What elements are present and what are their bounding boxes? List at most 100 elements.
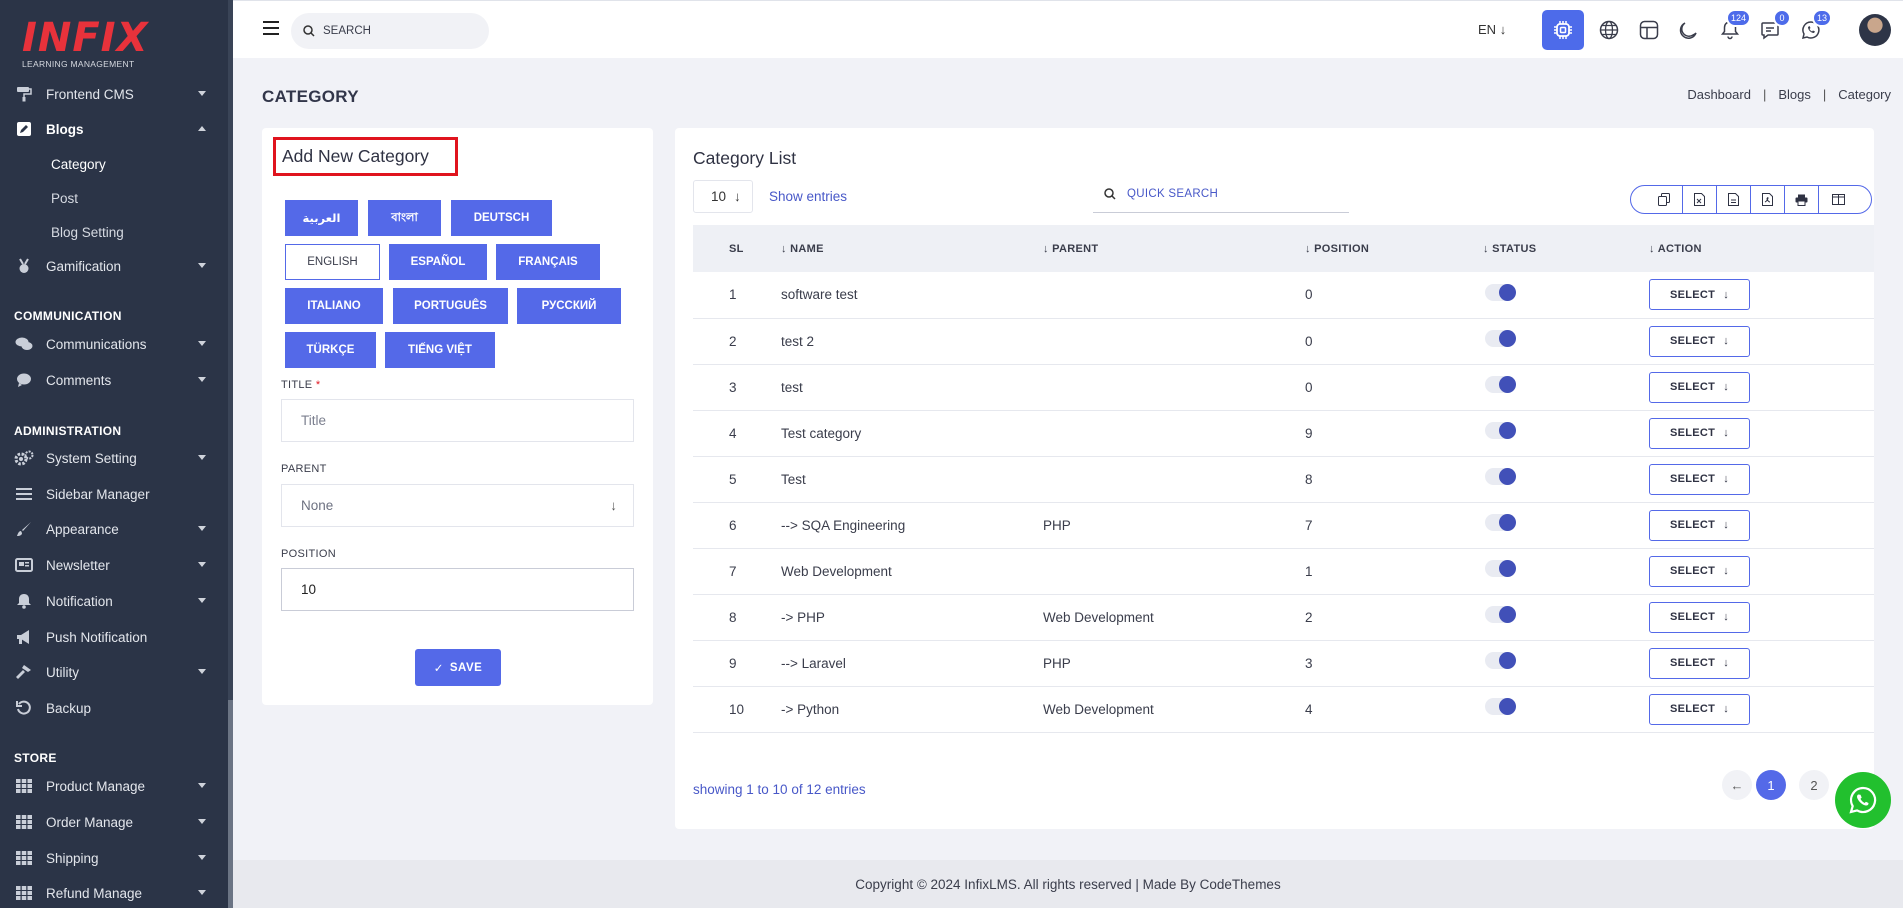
title-input[interactable] <box>301 413 601 428</box>
row-action-select-button[interactable]: SELECT ↓ <box>1649 647 1750 679</box>
sidebar-item-system-setting[interactable]: System Setting <box>0 442 228 474</box>
lang-tab-bangla[interactable]: বাংলা <box>368 200 441 236</box>
globe-icon[interactable] <box>1596 17 1622 43</box>
row-action-select-button[interactable]: SELECT ↓ <box>1649 509 1750 541</box>
user-avatar[interactable] <box>1859 14 1891 46</box>
menu-toggle-icon[interactable] <box>263 21 279 35</box>
bell-icon[interactable]: 124 <box>1717 9 1751 43</box>
lang-tab-russian[interactable]: РУССКИЙ <box>517 288 621 324</box>
lang-tab-francais[interactable]: FRANÇAIS <box>496 244 600 280</box>
search-input[interactable] <box>323 25 463 37</box>
column-header-name[interactable]: ↓ NAME <box>781 225 1043 272</box>
chevron-down-icon <box>198 562 206 567</box>
row-action-select-button[interactable]: SELECT ↓ <box>1649 555 1750 587</box>
row-action-select-button[interactable]: SELECT ↓ <box>1649 693 1750 725</box>
pdf-icon[interactable] <box>1751 186 1785 213</box>
row-action-select-button[interactable]: SELECT ↓ <box>1649 463 1750 495</box>
column-header-position[interactable]: ↓ POSITION <box>1305 225 1483 272</box>
sidebar-item-shipping[interactable]: Shipping <box>0 842 228 874</box>
sidebar-item-sidebar-manager[interactable]: Sidebar Manager <box>0 478 228 510</box>
row-action-select-button[interactable]: SELECT ↓ <box>1649 601 1750 633</box>
whatsapp-icon[interactable]: 13 <box>1798 9 1832 43</box>
comment-icon <box>14 370 34 390</box>
message-icon[interactable]: 0 <box>1757 9 1791 43</box>
status-toggle[interactable] <box>1485 560 1516 578</box>
column-header-parent[interactable]: ↓ PARENT <box>1043 225 1305 272</box>
status-toggle[interactable] <box>1485 514 1516 532</box>
sidebar-item-backup[interactable]: Backup <box>0 692 228 724</box>
moon-icon[interactable] <box>1676 17 1702 43</box>
lang-tab-turkce[interactable]: TÜRKÇE <box>285 332 376 368</box>
copy-icon[interactable] <box>1631 186 1683 213</box>
footer: Copyright © 2024 InfixLMS. All rights re… <box>233 860 1903 908</box>
sidebar-item-frontend-cms[interactable]: Frontend CMS <box>0 78 228 110</box>
sidebar-subitem-category[interactable]: Category <box>51 157 106 172</box>
sidebar-item-order-manage[interactable]: Order Manage <box>0 806 228 838</box>
sidebar-item-label: Order Manage <box>46 814 134 830</box>
print-icon[interactable] <box>1785 186 1819 213</box>
lang-tab-arabic[interactable]: العربية <box>285 200 358 236</box>
row-action-select-button[interactable]: SELECT ↓ <box>1649 371 1750 403</box>
quick-search[interactable] <box>1093 176 1349 213</box>
pagination-page-2[interactable]: 2 <box>1799 770 1829 800</box>
select-label: SELECT <box>1669 427 1716 439</box>
parent-select[interactable]: None ↓ <box>281 484 634 527</box>
status-toggle[interactable] <box>1485 330 1516 348</box>
sidebar-item-appearance[interactable]: Appearance <box>0 513 228 545</box>
sidebar-item-gamification[interactable]: Gamification <box>0 250 228 282</box>
status-toggle[interactable] <box>1485 284 1516 302</box>
status-toggle[interactable] <box>1485 422 1516 440</box>
position-input[interactable] <box>301 582 601 597</box>
status-toggle[interactable] <box>1485 606 1516 624</box>
column-header-action[interactable]: ↓ ACTION <box>1649 225 1874 272</box>
position-field[interactable] <box>281 568 634 611</box>
column-header-status[interactable]: ↓ STATUS <box>1483 225 1649 272</box>
sidebar-item-refund-manage[interactable]: Refund Manage <box>0 877 228 908</box>
chip-icon[interactable] <box>1542 10 1584 50</box>
whatsapp-chat-button[interactable] <box>1835 772 1891 828</box>
layout-icon[interactable] <box>1636 17 1662 43</box>
cell-position: 8 <box>1305 456 1483 503</box>
status-toggle[interactable] <box>1485 652 1516 670</box>
lang-tab-espanol[interactable]: ESPAÑOL <box>389 244 487 280</box>
sidebar-item-product-manage[interactable]: Product Manage <box>0 770 228 802</box>
save-button[interactable]: ✓ SAVE <box>415 649 501 686</box>
sidebar-scrollbar[interactable] <box>228 0 233 908</box>
lang-tab-english[interactable]: ENGLISH <box>285 244 380 280</box>
sidebar-item-utility[interactable]: Utility <box>0 656 228 688</box>
lang-tab-portugues[interactable]: PORTUGUÊS <box>393 288 508 324</box>
column-header-sl[interactable]: SL <box>693 225 781 272</box>
sidebar-subitem-blog-setting[interactable]: Blog Setting <box>51 225 124 240</box>
search-icon <box>303 25 315 37</box>
sidebar-item-push-notification[interactable]: Push Notification <box>0 621 228 653</box>
lang-tab-italiano[interactable]: ITALIANO <box>285 288 383 324</box>
breadcrumb-dashboard[interactable]: Dashboard <box>1687 87 1751 102</box>
title-field[interactable] <box>281 399 634 442</box>
csv-icon[interactable] <box>1717 186 1751 213</box>
global-search[interactable] <box>291 13 489 49</box>
row-action-select-button[interactable]: SELECT ↓ <box>1649 279 1750 311</box>
sidebar-item-comments[interactable]: Comments <box>0 364 228 396</box>
sidebar-subitem-post[interactable]: Post <box>51 191 78 206</box>
status-toggle[interactable] <box>1485 698 1516 716</box>
breadcrumb-blogs[interactable]: Blogs <box>1778 87 1811 102</box>
status-toggle[interactable] <box>1485 376 1516 394</box>
language-switcher[interactable]: EN ↓ <box>1478 22 1506 37</box>
pagination-prev-button[interactable]: ← <box>1722 770 1752 800</box>
lang-tab-deutsch[interactable]: DEUTSCH <box>451 200 552 236</box>
columns-icon[interactable] <box>1819 186 1871 213</box>
sidebar-item-blogs[interactable]: Blogs <box>0 113 228 145</box>
sidebar-item-newsletter[interactable]: Newsletter <box>0 549 228 581</box>
excel-icon[interactable] <box>1683 186 1717 213</box>
row-action-select-button[interactable]: SELECT ↓ <box>1649 417 1750 449</box>
sidebar-item-communications[interactable]: Communications <box>0 328 228 360</box>
status-toggle[interactable] <box>1485 468 1516 486</box>
quick-search-input[interactable] <box>1127 188 1327 200</box>
pagination-page-1[interactable]: 1 <box>1756 770 1786 800</box>
brand-logo[interactable]: INFIX LEARNING MANAGEMENT <box>22 18 147 69</box>
row-action-select-button[interactable]: SELECT ↓ <box>1649 325 1750 357</box>
cell-status <box>1483 364 1649 411</box>
sidebar-item-notification[interactable]: Notification <box>0 585 228 617</box>
lang-tab-tieng-viet[interactable]: TIẾNG VIỆT <box>385 332 495 368</box>
entries-per-page-select[interactable]: 10 ↓ <box>693 180 753 213</box>
